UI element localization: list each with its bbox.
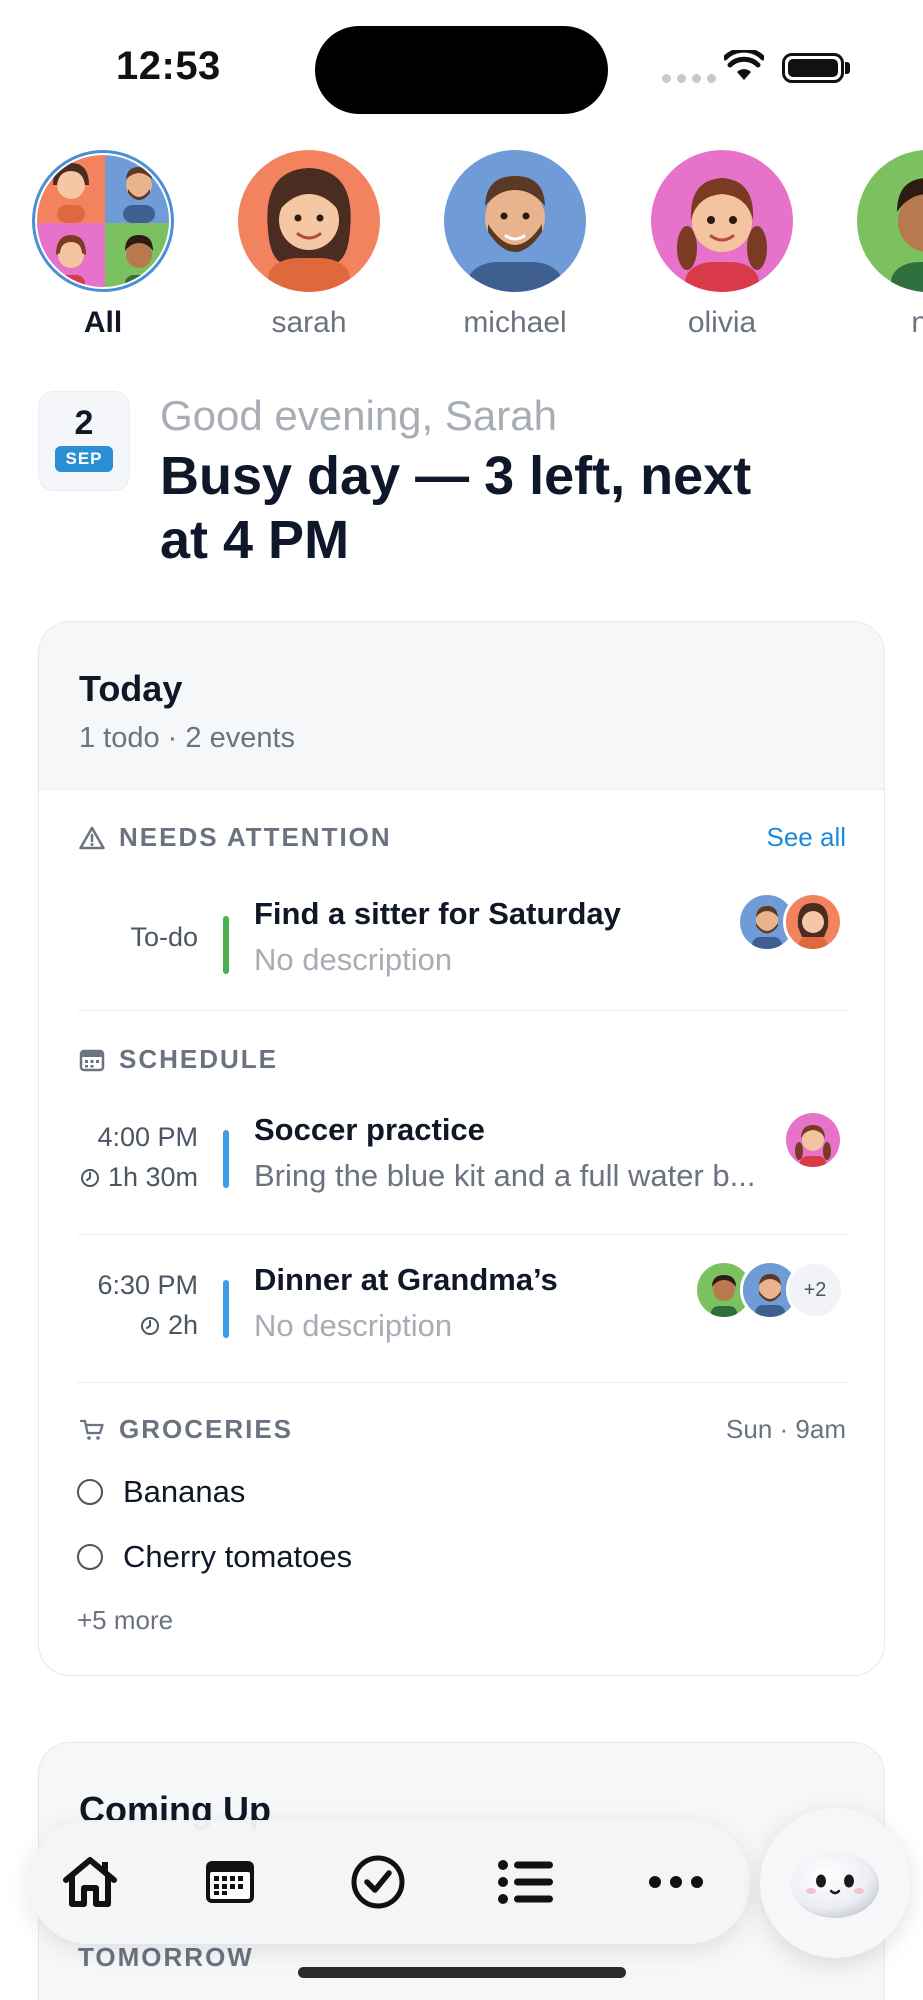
item-description: No description bbox=[254, 942, 453, 977]
event-item[interactable]: 4:00 PM 1h 30m Soccer practice Bring the… bbox=[39, 1110, 884, 1230]
warning-icon bbox=[79, 826, 105, 849]
item-kind: To-do bbox=[130, 922, 198, 952]
cart-icon bbox=[79, 1419, 104, 1440]
todo-item[interactable]: To-do Find a sitter for Saturday No desc… bbox=[39, 890, 884, 1000]
event-duration: 1h 30m bbox=[107, 1162, 198, 1192]
divider bbox=[77, 1234, 848, 1235]
home-icon bbox=[63, 1857, 117, 1907]
event-time: 6:30 PM bbox=[97, 1270, 198, 1300]
status-bar: 12:53 bbox=[0, 0, 923, 130]
groceries-schedule: Sun · 9am bbox=[726, 1414, 846, 1444]
clock-icon bbox=[80, 1168, 99, 1187]
event-color-bar bbox=[223, 1280, 229, 1338]
event-duration-row: 2h bbox=[140, 1310, 198, 1341]
section-label: GROCERIES bbox=[119, 1414, 294, 1444]
more-icon bbox=[649, 1876, 703, 1888]
wifi-icon bbox=[724, 50, 764, 80]
item-description: Bring the blue kit and a full water b... bbox=[254, 1158, 756, 1193]
divider bbox=[77, 1010, 848, 1011]
sarah-avatar bbox=[238, 150, 380, 292]
see-all-link[interactable]: See all bbox=[767, 822, 847, 853]
all-members-avatar bbox=[32, 150, 174, 292]
event-color-bar bbox=[223, 1130, 229, 1188]
member-name: sarah bbox=[271, 306, 347, 339]
checkbox[interactable] bbox=[77, 1479, 103, 1505]
more-groceries-link[interactable]: +5 more bbox=[77, 1605, 173, 1636]
event-time: 4:00 PM bbox=[97, 1122, 198, 1152]
grocery-item[interactable]: Cherry tomatoes bbox=[77, 1539, 352, 1575]
item-description: No description bbox=[254, 1308, 453, 1343]
todo-color-bar bbox=[223, 916, 229, 974]
date-tile: 2 SEP bbox=[38, 391, 130, 491]
battery-icon bbox=[782, 53, 844, 83]
grocery-label: Cherry tomatoes bbox=[123, 1539, 353, 1574]
card-summary: 1 todo · 2 events bbox=[79, 722, 296, 754]
member-sarah[interactable]: sarah bbox=[229, 150, 389, 340]
date-month-badge: SEP bbox=[55, 446, 113, 472]
item-title: Soccer practice bbox=[254, 1112, 485, 1147]
member-olivia[interactable]: olivia bbox=[642, 150, 802, 340]
schedule-header: SCHEDULE bbox=[79, 1044, 278, 1075]
olivia-avatar bbox=[651, 150, 793, 292]
event-duration: 2h bbox=[167, 1310, 198, 1340]
home-indicator bbox=[298, 1967, 626, 1978]
member-partial[interactable]: no bbox=[848, 150, 923, 340]
section-label: NEEDS ATTENTION bbox=[119, 822, 392, 852]
calendar-icon bbox=[206, 1861, 254, 1903]
groceries-header: GROCERIES bbox=[79, 1414, 293, 1445]
tab-bar bbox=[28, 1820, 750, 1944]
today-card: Today 1 todo · 2 events NEEDS ATTENTION … bbox=[38, 621, 885, 1676]
item-title: Find a sitter for Saturday bbox=[254, 896, 621, 931]
needs-attention-header: NEEDS ATTENTION bbox=[79, 822, 392, 853]
member-selector: All sarah michael olivia no bbox=[0, 150, 923, 350]
sarah-avatar bbox=[783, 892, 843, 952]
check-circle-icon bbox=[351, 1855, 405, 1909]
olivia-avatar bbox=[783, 1110, 843, 1170]
date-day: 2 bbox=[74, 404, 94, 442]
assistant-mascot-icon bbox=[791, 1852, 879, 1918]
checkbox[interactable] bbox=[77, 1544, 103, 1570]
section-label: SCHEDULE bbox=[119, 1044, 279, 1074]
tab-lists[interactable] bbox=[494, 1850, 558, 1914]
event-duration-row: 1h 30m bbox=[80, 1162, 198, 1193]
member-name: All bbox=[83, 306, 123, 339]
event-item[interactable]: 6:30 PM 2h Dinner at Grandma’s No descri… bbox=[39, 1260, 884, 1380]
greeting-subtitle: Good evening, Sarah bbox=[160, 392, 557, 439]
greeting-headline: Busy day — 3 left, next at 4 PM bbox=[160, 446, 752, 570]
cellular-signal-icon bbox=[662, 74, 716, 83]
list-icon bbox=[498, 1860, 553, 1904]
tomorrow-label: TOMORROW bbox=[78, 1942, 254, 1972]
grocery-item[interactable]: Bananas bbox=[77, 1474, 245, 1510]
grocery-label: Bananas bbox=[123, 1474, 246, 1509]
member-name: no bbox=[911, 306, 923, 339]
status-time: 12:53 bbox=[116, 44, 221, 88]
assistant-button[interactable] bbox=[760, 1808, 910, 1958]
tab-home[interactable] bbox=[58, 1850, 122, 1914]
today-card-header: Today 1 todo · 2 events bbox=[39, 622, 884, 790]
child-avatar bbox=[857, 150, 923, 292]
tab-todos[interactable] bbox=[346, 1850, 410, 1914]
calendar-icon bbox=[79, 1049, 105, 1071]
member-all[interactable]: All bbox=[23, 150, 183, 340]
clock-icon bbox=[140, 1316, 159, 1335]
divider bbox=[77, 1382, 848, 1383]
tab-calendar[interactable] bbox=[198, 1850, 262, 1914]
member-name: michael bbox=[463, 306, 567, 339]
tab-more[interactable] bbox=[644, 1850, 708, 1914]
card-title: Today bbox=[79, 668, 183, 709]
member-michael[interactable]: michael bbox=[435, 150, 595, 340]
michael-avatar bbox=[444, 150, 586, 292]
item-title: Dinner at Grandma’s bbox=[254, 1262, 558, 1297]
extra-participants-badge: +2 bbox=[786, 1261, 844, 1319]
member-name: olivia bbox=[687, 306, 757, 339]
dynamic-island bbox=[315, 26, 608, 114]
